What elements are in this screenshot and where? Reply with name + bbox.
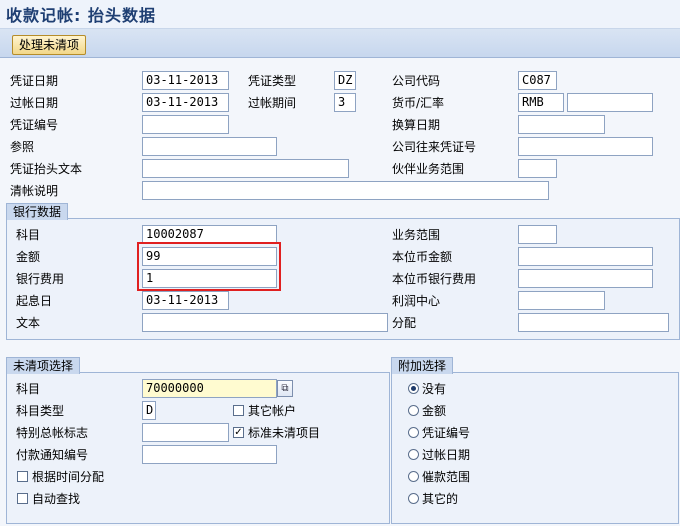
- distribute-by-age-label: 根据时间分配: [32, 470, 105, 484]
- page-title: 收款记帐: 抬头数据: [6, 6, 156, 25]
- partner-area-label: 伙伴业务范围: [392, 162, 465, 176]
- red-highlight-box: [137, 242, 281, 291]
- header-text-label: 凭证抬头文本: [10, 162, 83, 176]
- lc-bank-charges-field[interactable]: [518, 269, 653, 288]
- radio-amount-label: 金额: [422, 404, 447, 418]
- translation-date-field[interactable]: [518, 115, 605, 134]
- doc-date-label: 凭证日期: [10, 74, 59, 88]
- assignment-label: 分配: [392, 316, 417, 330]
- special-gl-field[interactable]: [142, 423, 229, 442]
- oi-account-label: 科目: [16, 382, 41, 396]
- radio-doc-number-label: 凭证编号: [422, 426, 471, 440]
- bank-charges-label: 银行费用: [16, 272, 65, 286]
- radio-others[interactable]: [408, 493, 419, 504]
- posting-date-field[interactable]: 03-11-2013: [142, 93, 229, 112]
- exchange-rate-field[interactable]: [567, 93, 653, 112]
- radio-none[interactable]: [408, 383, 419, 394]
- business-area-label: 业务范围: [392, 228, 441, 242]
- bank-text-label: 文本: [16, 316, 41, 330]
- doc-number-label: 凭证编号: [10, 118, 59, 132]
- period-field[interactable]: 3: [334, 93, 356, 112]
- standard-oi-label: 标准未清项目: [248, 426, 321, 440]
- account-type-label: 科目类型: [16, 404, 65, 418]
- doc-type-label: 凭证类型: [248, 74, 297, 88]
- company-code-label: 公司代码: [392, 74, 441, 88]
- process-open-items-button[interactable]: 处理未清项: [12, 35, 87, 55]
- header-text-field[interactable]: [142, 159, 349, 178]
- profit-center-label: 利润中心: [392, 294, 441, 308]
- doc-number-field[interactable]: [142, 115, 229, 134]
- currency-label: 货币/汇率: [392, 96, 445, 110]
- other-accounts-label: 其它帐户: [248, 404, 297, 418]
- radio-others-label: 其它的: [422, 492, 459, 506]
- doc-type-field[interactable]: DZ: [334, 71, 356, 90]
- oi-account-field[interactable]: 70000000: [142, 379, 277, 398]
- payment-advice-field[interactable]: [142, 445, 277, 464]
- intercompany-field[interactable]: [518, 137, 653, 156]
- profit-center-field[interactable]: [518, 291, 605, 310]
- partner-area-field[interactable]: [518, 159, 557, 178]
- radio-posting-date[interactable]: [408, 449, 419, 460]
- special-gl-label: 特别总帐标志: [16, 426, 89, 440]
- business-area-field[interactable]: [518, 225, 557, 244]
- currency-field[interactable]: RMB: [518, 93, 564, 112]
- posting-date-label: 过帐日期: [10, 96, 59, 110]
- radio-doc-number[interactable]: [408, 427, 419, 438]
- clearing-text-label: 清帐说明: [10, 184, 59, 198]
- radio-amount[interactable]: [408, 405, 419, 416]
- translation-date-label: 换算日期: [392, 118, 441, 132]
- auto-search-checkbox[interactable]: [17, 493, 28, 504]
- bank-account-label: 科目: [16, 228, 41, 242]
- doc-date-field[interactable]: 03-11-2013: [142, 71, 229, 90]
- other-accounts-checkbox[interactable]: [233, 405, 244, 416]
- additional-selection-title: 附加选择: [391, 357, 454, 374]
- bank-data-title: 银行数据: [6, 203, 69, 220]
- clearing-text-field[interactable]: [142, 181, 549, 200]
- account-type-field[interactable]: D: [142, 401, 156, 420]
- amount-label: 金额: [16, 250, 41, 264]
- lc-amount-field[interactable]: [518, 247, 653, 266]
- reference-field[interactable]: [142, 137, 277, 156]
- value-help-icon[interactable]: ⧉: [277, 380, 293, 397]
- intercompany-label: 公司往来凭证号: [392, 140, 477, 154]
- radio-dunning-area[interactable]: [408, 471, 419, 482]
- open-items-title: 未清项选择: [6, 357, 81, 374]
- assignment-field[interactable]: [518, 313, 669, 332]
- radio-posting-date-label: 过帐日期: [422, 448, 471, 462]
- value-date-field[interactable]: 03-11-2013: [142, 291, 229, 310]
- payment-advice-label: 付款通知编号: [16, 448, 89, 462]
- auto-search-label: 自动查找: [32, 492, 81, 506]
- company-code-field[interactable]: C087: [518, 71, 557, 90]
- radio-none-label: 没有: [422, 382, 447, 396]
- lc-bank-charges-label: 本位币银行费用: [392, 272, 477, 286]
- distribute-by-age-checkbox[interactable]: [17, 471, 28, 482]
- bank-text-field[interactable]: [142, 313, 388, 332]
- radio-dunning-area-label: 催款范围: [422, 470, 471, 484]
- application-toolbar: [0, 29, 680, 58]
- reference-label: 参照: [10, 140, 35, 154]
- standard-oi-checkbox[interactable]: ✓: [233, 427, 244, 438]
- value-date-label: 起息日: [16, 294, 53, 308]
- lc-amount-label: 本位币金额: [392, 250, 453, 264]
- period-label: 过帐期间: [248, 96, 297, 110]
